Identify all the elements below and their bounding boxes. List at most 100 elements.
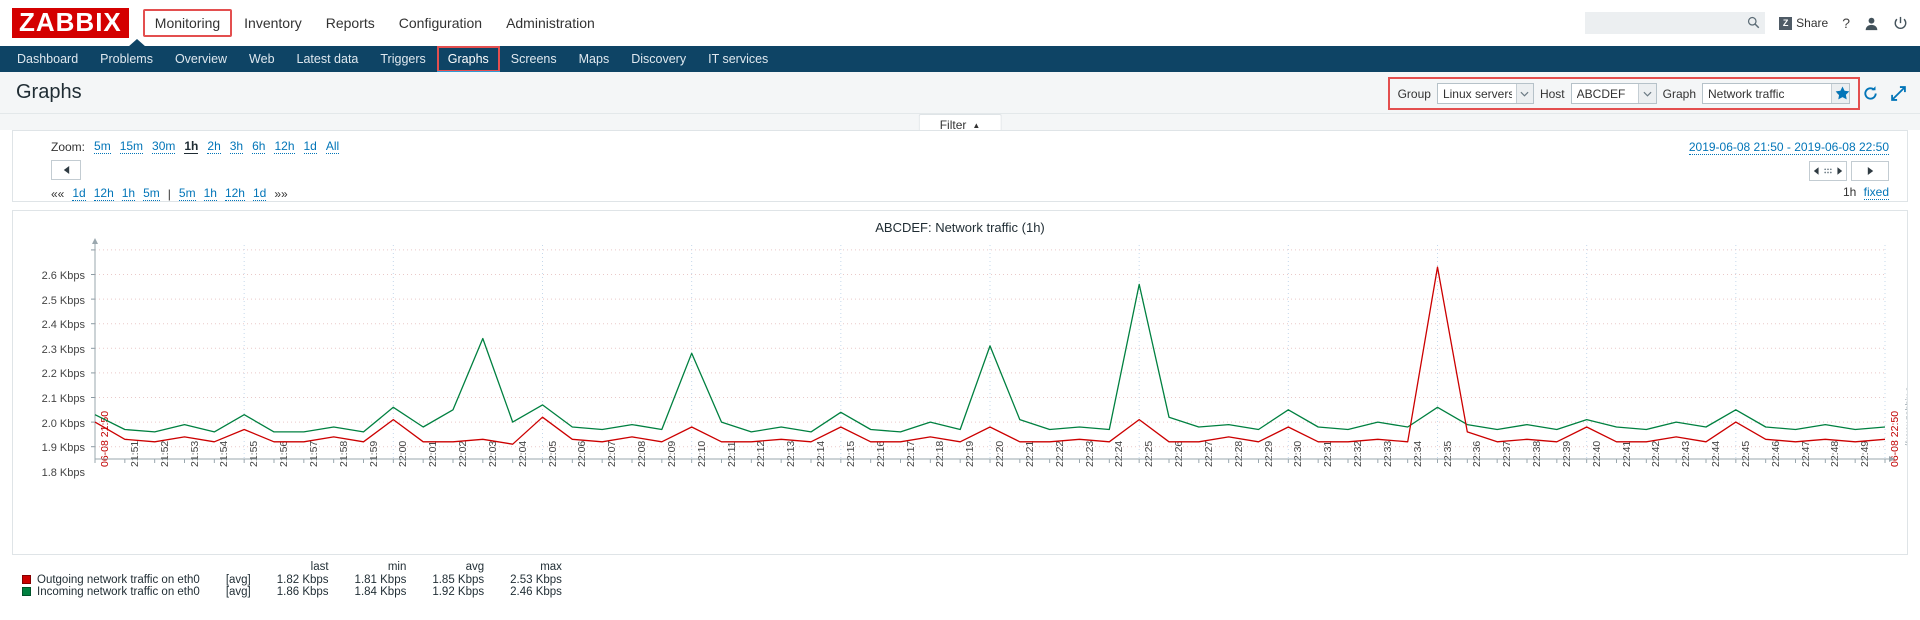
zoom-option-6h[interactable]: 6h	[252, 139, 266, 154]
zoom-option-1h[interactable]: 1h	[184, 139, 199, 154]
share-label: Share	[1796, 16, 1829, 30]
sidebar-item-it-services[interactable]: IT services	[697, 46, 779, 72]
chevron-down-icon	[1637, 84, 1656, 103]
nav-item-monitoring[interactable]: Monitoring	[142, 9, 233, 37]
sidebar-item-overview[interactable]: Overview	[164, 46, 238, 72]
time-forward-button[interactable]	[1851, 161, 1889, 181]
jump-left-5m[interactable]: 5m	[143, 186, 160, 201]
legend-header-series	[22, 561, 200, 574]
legend-aggregate-incoming: [avg]	[225, 586, 251, 598]
group-label: Group	[1397, 86, 1431, 101]
time-slider-controls	[1809, 161, 1889, 181]
legend-header-max: max	[540, 561, 562, 573]
fullscreen-icon[interactable]	[1887, 82, 1910, 105]
user-icon[interactable]	[1864, 16, 1879, 31]
zoom-option-all[interactable]: All	[325, 139, 340, 154]
sidebar-item-dashboard[interactable]: Dashboard	[6, 46, 89, 72]
zoom-option-12h[interactable]: 12h	[274, 139, 295, 154]
group-select[interactable]: Linux servers	[1436, 83, 1534, 104]
zoom-presets: Zoom: 5m 15m 30m 1h 2h 3h 6h 12h 1d All	[23, 139, 1897, 154]
graph-selector-bar: Group Linux servers Host ABCDEF Graph Ne…	[1387, 77, 1860, 110]
legend-header-row: last min avg max	[22, 561, 562, 574]
nav-item-administration[interactable]: Administration	[494, 9, 607, 37]
sub-navigation: Dashboard Problems Overview Web Latest d…	[0, 39, 1920, 74]
time-period-status: 1h fixed	[1842, 185, 1889, 200]
group-select-value: Linux servers	[1442, 86, 1512, 101]
page-action-icons	[1831, 82, 1910, 105]
nav-item-configuration[interactable]: Configuration	[387, 9, 494, 37]
host-label: Host	[1539, 86, 1565, 101]
zoom-option-5m[interactable]: 5m	[94, 139, 111, 154]
host-select-value: ABCDEF	[1576, 86, 1626, 101]
time-jump-links: «« 1d 12h 1h 5m | 5m 1h 12h 1d »»	[23, 186, 1897, 201]
graph-select[interactable]: Network traffic	[1702, 83, 1850, 104]
favorite-star-icon[interactable]	[1831, 82, 1854, 105]
legend-aggregate-outgoing: [avg]	[225, 574, 251, 586]
graph-title: ABCDEF: Network traffic (1h)	[875, 220, 1045, 235]
main-navigation: Monitoring Inventory Reports Configurati…	[142, 9, 607, 37]
jump-all-left[interactable]: ««	[51, 187, 64, 201]
legend-min-incoming: 1.84 Kbps	[354, 586, 407, 598]
legend-label-incoming: Incoming network traffic on eth0	[37, 586, 200, 598]
page-title: Graphs	[16, 81, 82, 103]
sidebar-item-triggers[interactable]: Triggers	[369, 46, 436, 72]
time-back-button[interactable]	[51, 160, 81, 180]
jump-left-12h[interactable]: 12h	[93, 186, 114, 201]
zoom-option-15m[interactable]: 15m	[119, 139, 144, 154]
time-drag-handle[interactable]	[1809, 161, 1847, 181]
page-header: Graphs Group Linux servers Host ABCDEF G…	[0, 72, 1920, 114]
nav-item-reports[interactable]: Reports	[314, 9, 387, 37]
time-back-row	[23, 160, 1897, 180]
search-icon	[1747, 16, 1760, 32]
legend-last-outgoing: 1.82 Kbps	[276, 574, 329, 586]
sidebar-item-screens[interactable]: Screens	[500, 46, 568, 72]
zoom-option-30m[interactable]: 30m	[152, 139, 176, 154]
sidebar-item-problems[interactable]: Problems	[89, 46, 164, 72]
legend-row-outgoing: Outgoing network traffic on eth0 [avg] 1…	[22, 574, 562, 586]
date-range-label[interactable]: 2019-06-08 21:50 - 2019-06-08 22:50	[1688, 140, 1889, 155]
jump-right-1h[interactable]: 1h	[203, 186, 217, 201]
chevron-down-icon	[1515, 84, 1533, 103]
sidebar-item-latest-data[interactable]: Latest data	[286, 46, 370, 72]
zoom-option-3h[interactable]: 3h	[229, 139, 244, 154]
legend-avg-outgoing: 1.85 Kbps	[432, 574, 485, 586]
time-fixed-link[interactable]: fixed	[1863, 185, 1889, 200]
help-icon[interactable]: ?	[1842, 15, 1850, 31]
legend-max-incoming: 2.46 Kbps	[510, 586, 562, 598]
host-select[interactable]: ABCDEF	[1570, 83, 1657, 104]
zoom-option-2h[interactable]: 2h	[207, 139, 221, 154]
legend-swatch-outgoing	[22, 575, 31, 584]
legend-avg-incoming: 1.92 Kbps	[432, 586, 485, 598]
sidebar-item-discovery[interactable]: Discovery	[620, 46, 697, 72]
graph-panel: ABCDEF: Network traffic (1h) 1.8 Kbps 1.9…	[12, 210, 1908, 555]
graph-select-value: Network traffic	[1708, 86, 1785, 101]
legend-last-incoming: 1.86 Kbps	[276, 586, 329, 598]
search-input[interactable]	[1585, 13, 1766, 33]
graph-plot-area[interactable]: 1.8 Kbps 1.9 Kbps 2.0 Kbps 2.1 Kbps 2.2 Kbps…	[13, 237, 1907, 554]
caret-up-icon: ▲	[972, 120, 981, 130]
sidebar-item-web[interactable]: Web	[238, 46, 285, 72]
search-box[interactable]	[1585, 12, 1766, 34]
time-period-label: 1h	[1842, 185, 1857, 199]
share-button[interactable]: Z Share	[1779, 16, 1828, 30]
legend-header-aggregate	[200, 561, 251, 574]
jump-right-1d[interactable]: 1d	[252, 186, 267, 201]
zabbix-logo[interactable]: ZABBIX	[12, 8, 129, 38]
refresh-icon[interactable]	[1859, 82, 1882, 105]
nav-caret-icon	[128, 39, 146, 47]
nav-item-inventory[interactable]: Inventory	[232, 9, 314, 37]
zoom-label: Zoom:	[51, 139, 86, 154]
jump-left-1h[interactable]: 1h	[121, 186, 136, 201]
sidebar-item-maps[interactable]: Maps	[568, 46, 621, 72]
legend-max-outgoing: 2.53 Kbps	[510, 574, 562, 586]
jump-left-1d[interactable]: 1d	[72, 186, 86, 201]
jump-all-right[interactable]: »»	[274, 187, 287, 201]
power-icon[interactable]	[1893, 16, 1908, 31]
jump-right-5m[interactable]: 5m	[178, 186, 196, 201]
sidebar-item-graphs[interactable]: Graphs	[436, 46, 500, 72]
legend-header-avg: avg	[465, 561, 485, 573]
time-control-panel: Zoom: 5m 15m 30m 1h 2h 3h 6h 12h 1d All …	[12, 130, 1908, 202]
top-header: ZABBIX Monitoring Inventory Reports Conf…	[0, 0, 1920, 46]
jump-right-12h[interactable]: 12h	[224, 186, 245, 201]
zoom-option-1d[interactable]: 1d	[303, 139, 317, 154]
